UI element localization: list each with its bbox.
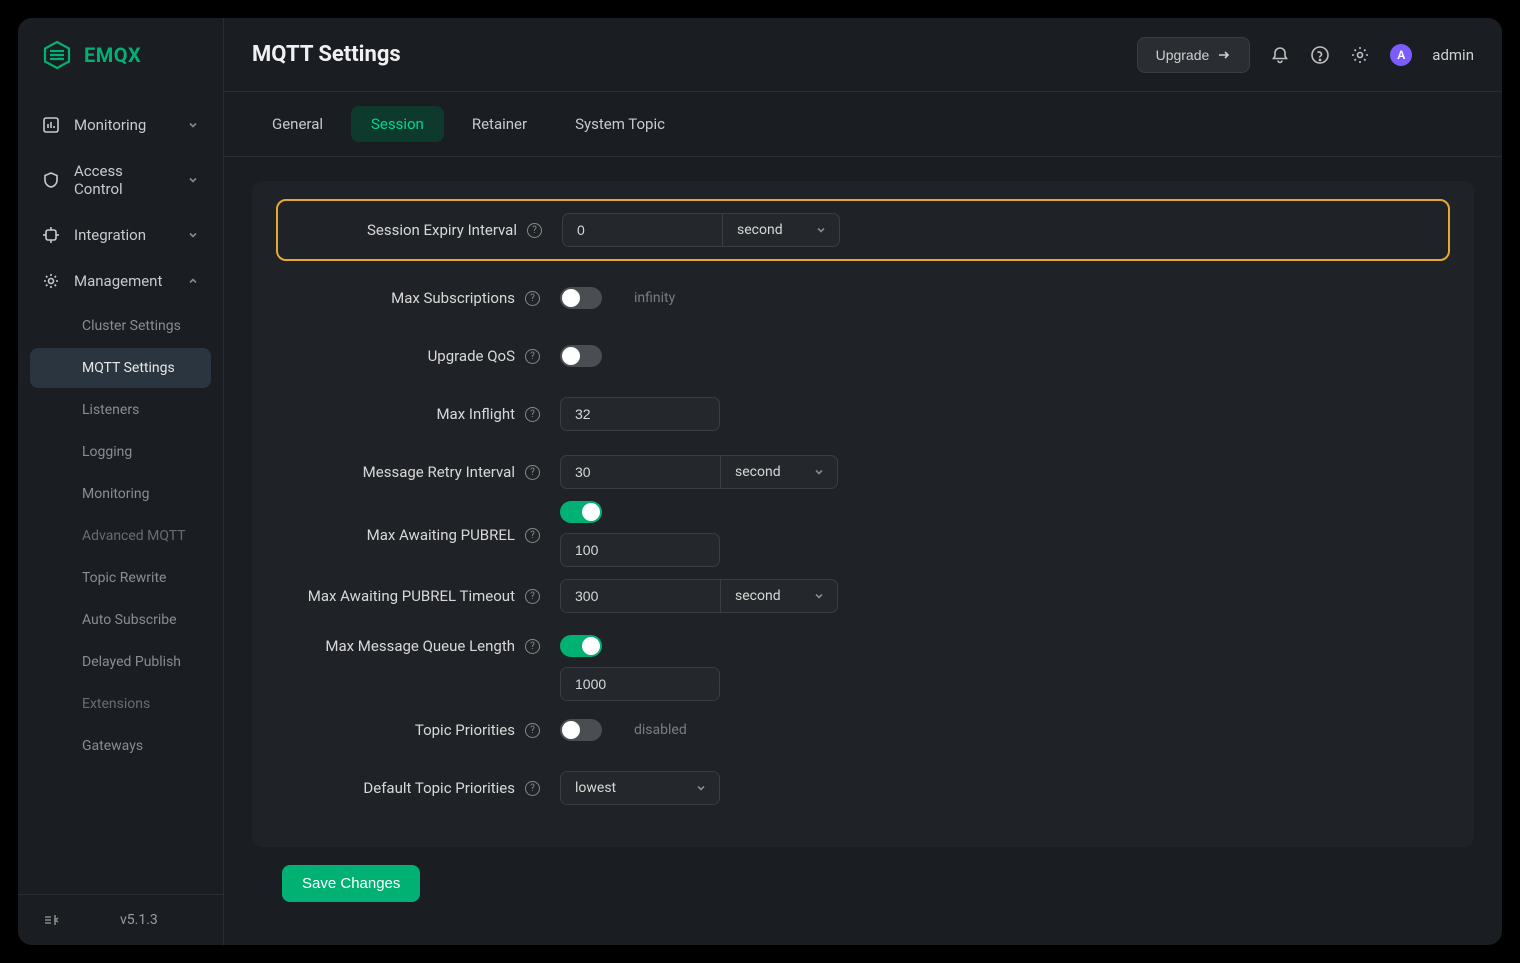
input-retry-interval[interactable] — [560, 455, 720, 489]
brand-logo[interactable]: EMQX — [18, 18, 223, 92]
input-session-expiry[interactable] — [562, 213, 722, 247]
chevron-down-icon — [187, 119, 199, 131]
toggle-max-subscriptions[interactable] — [560, 287, 602, 309]
label-max-queue: Max Message Queue Length — [325, 637, 515, 655]
input-max-queue[interactable] — [560, 667, 720, 701]
main: MQTT Settings Upgrade — [224, 18, 1502, 945]
row-session-expiry: Session Expiry Interval ? second — [276, 199, 1450, 261]
help-icon[interactable] — [1310, 45, 1330, 65]
sidebar-item-monitoring[interactable]: Monitoring — [18, 102, 223, 148]
sidebar-sub-topic-rewrite[interactable]: Topic Rewrite — [30, 558, 211, 598]
select-pubrel-timeout-unit[interactable]: second — [720, 579, 838, 613]
help-tooltip-icon[interactable]: ? — [525, 781, 540, 796]
page-title: MQTT Settings — [252, 42, 401, 67]
user-name[interactable]: admin — [1432, 46, 1474, 64]
input-pubrel-timeout[interactable] — [560, 579, 720, 613]
chevron-down-icon — [695, 782, 707, 794]
toggle-upgrade-qos[interactable] — [560, 345, 602, 367]
sidebar-sub-delayed-publish[interactable]: Delayed Publish — [30, 642, 211, 682]
label-default-topic-priorities: Default Topic Priorities — [363, 779, 515, 797]
select-session-expiry-unit[interactable]: second — [722, 213, 840, 247]
bell-icon[interactable] — [1270, 45, 1290, 65]
sidebar-nav: Monitoring Access Control — [18, 92, 223, 894]
bar-chart-icon — [42, 116, 60, 134]
label-max-awaiting-pubrel: Max Awaiting PUBREL — [367, 526, 515, 544]
arrow-right-icon — [1217, 48, 1231, 62]
sidebar-sub-cluster-settings[interactable]: Cluster Settings — [30, 306, 211, 346]
brand-name: EMQX — [84, 43, 141, 67]
sidebar-sub-gateways[interactable]: Gateways — [30, 726, 211, 766]
toggle-topic-priorities[interactable] — [560, 719, 602, 741]
chevron-down-icon — [813, 466, 825, 478]
help-tooltip-icon[interactable]: ? — [525, 349, 540, 364]
help-tooltip-icon[interactable]: ? — [525, 589, 540, 604]
row-max-subscriptions: Max Subscriptions ? infinity — [292, 269, 1434, 327]
label-max-inflight: Max Inflight — [436, 405, 515, 423]
sidebar-footer: v5.1.3 — [18, 894, 223, 945]
help-tooltip-icon[interactable]: ? — [527, 223, 542, 238]
hint-topic-priorities: disabled — [634, 722, 687, 738]
select-retry-interval-unit[interactable]: second — [720, 455, 838, 489]
label-pubrel-timeout: Max Awaiting PUBREL Timeout — [308, 587, 515, 605]
chevron-down-icon — [813, 590, 825, 602]
sidebar-item-management[interactable]: Management — [18, 258, 223, 304]
input-max-awaiting-pubrel[interactable] — [560, 533, 720, 567]
chevron-down-icon — [187, 229, 199, 241]
toggle-max-awaiting-pubrel[interactable] — [560, 501, 602, 523]
label-retry-interval: Message Retry Interval — [363, 463, 515, 481]
sidebar-sub-auto-subscribe[interactable]: Auto Subscribe — [30, 600, 211, 640]
toggle-max-queue[interactable] — [560, 635, 602, 657]
sidebar-sub-mqtt-settings[interactable]: MQTT Settings — [30, 348, 211, 388]
emqx-logo-icon — [42, 40, 72, 70]
chevron-down-icon — [187, 174, 199, 186]
avatar[interactable]: A — [1390, 44, 1412, 66]
chevron-down-icon — [815, 224, 827, 236]
sidebar-section-extensions: Extensions — [30, 684, 211, 724]
sidebar-sub-listeners[interactable]: Listeners — [30, 390, 211, 430]
row-pubrel-timeout: Max Awaiting PUBREL Timeout ? second — [292, 567, 1434, 625]
tab-retainer[interactable]: Retainer — [452, 106, 547, 142]
row-max-queue: Max Message Queue Length ? — [292, 625, 1434, 701]
row-max-inflight: Max Inflight ? — [292, 385, 1434, 443]
sidebar-item-access-control[interactable]: Access Control — [18, 148, 223, 212]
gear-icon — [42, 272, 60, 290]
label-max-subscriptions: Max Subscriptions — [391, 289, 515, 307]
row-default-topic-priorities: Default Topic Priorities ? lowest — [292, 759, 1434, 817]
upgrade-button[interactable]: Upgrade — [1137, 37, 1251, 73]
sidebar-section-advanced-mqtt: Advanced MQTT — [30, 516, 211, 556]
tabs: General Session Retainer System Topic — [224, 92, 1502, 157]
tab-session[interactable]: Session — [351, 106, 444, 142]
sidebar-item-integration[interactable]: Integration — [18, 212, 223, 258]
help-tooltip-icon[interactable]: ? — [525, 465, 540, 480]
label-topic-priorities: Topic Priorities — [415, 721, 515, 739]
help-tooltip-icon[interactable]: ? — [525, 291, 540, 306]
sidebar-sub-logging[interactable]: Logging — [30, 432, 211, 472]
select-default-topic-priorities[interactable]: lowest — [560, 771, 720, 805]
header: MQTT Settings Upgrade — [224, 18, 1502, 92]
help-tooltip-icon[interactable]: ? — [525, 528, 540, 543]
row-max-awaiting-pubrel: Max Awaiting PUBREL ? — [292, 501, 1434, 567]
row-retry-interval: Message Retry Interval ? second — [292, 443, 1434, 501]
collapse-sidebar-icon[interactable] — [42, 911, 60, 929]
help-tooltip-icon[interactable]: ? — [525, 407, 540, 422]
sidebar-sub-monitoring[interactable]: Monitoring — [30, 474, 211, 514]
label-session-expiry: Session Expiry Interval — [367, 221, 517, 239]
tab-general[interactable]: General — [252, 106, 343, 142]
help-tooltip-icon[interactable]: ? — [525, 639, 540, 654]
row-upgrade-qos: Upgrade QoS ? — [292, 327, 1434, 385]
version-label: v5.1.3 — [120, 912, 158, 928]
settings-panel: Session Expiry Interval ? second — [252, 181, 1474, 847]
tab-system-topic[interactable]: System Topic — [555, 106, 685, 142]
settings-icon[interactable] — [1350, 45, 1370, 65]
input-max-inflight[interactable] — [560, 397, 720, 431]
sidebar: EMQX Monitoring — [18, 18, 224, 945]
chevron-up-icon — [187, 275, 199, 287]
shield-icon — [42, 171, 60, 189]
help-tooltip-icon[interactable]: ? — [525, 723, 540, 738]
label-upgrade-qos: Upgrade QoS — [428, 347, 515, 365]
row-topic-priorities: Topic Priorities ? disabled — [292, 701, 1434, 759]
save-button[interactable]: Save Changes — [282, 865, 420, 902]
hint-max-subscriptions: infinity — [634, 290, 675, 306]
integration-icon — [42, 226, 60, 244]
